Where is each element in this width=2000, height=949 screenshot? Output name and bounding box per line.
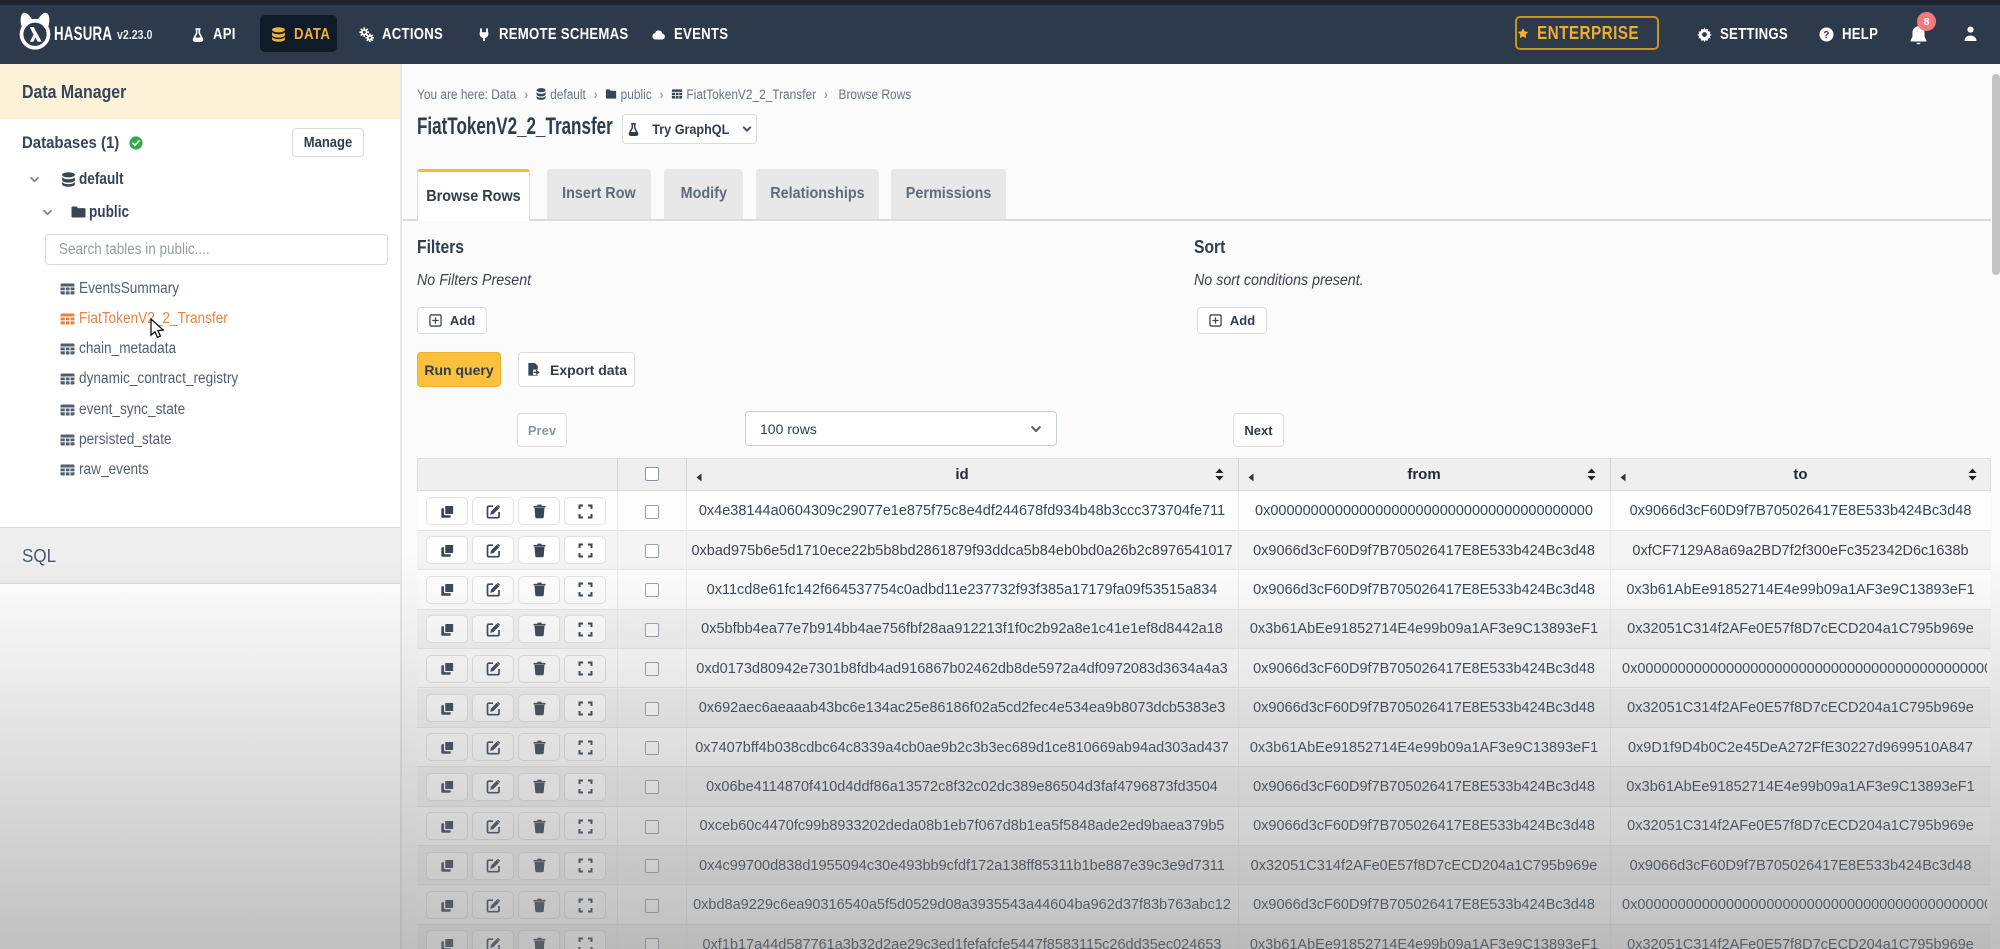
svg-text:?: ? — [1823, 30, 1829, 41]
